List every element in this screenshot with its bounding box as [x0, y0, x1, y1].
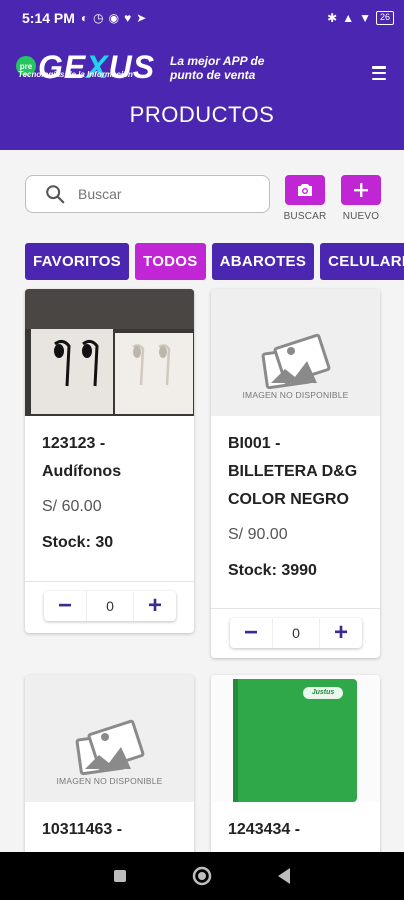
- product-title: BI001 - BILLETERA D&G COLOR NEGRO: [228, 435, 358, 508]
- product-card[interactable]: IMAGEN NO DISPONIBLE 10311463 -: [25, 675, 194, 875]
- status-time: 5:14 PM: [22, 10, 75, 26]
- system-nav-bar: [0, 852, 404, 900]
- notification-icon: ◐: [80, 11, 89, 25]
- product-title: 123123 - Audífonos: [42, 435, 122, 480]
- quantity-stepper: − 0 +: [230, 618, 362, 648]
- tab-favoritos[interactable]: FAVORITOS: [25, 243, 129, 280]
- product-stock: Stock: 30: [42, 534, 114, 551]
- battery-icon: 26: [375, 11, 394, 25]
- app-header: pre GEXUS Tecnologías de la Información …: [0, 36, 404, 150]
- earphones-photo: [25, 289, 194, 416]
- quantity-value[interactable]: 0: [272, 618, 320, 648]
- product-card[interactable]: Justus 1243434 -: [211, 675, 380, 875]
- new-label: NUEVO: [342, 211, 380, 222]
- quantity-value[interactable]: 0: [86, 591, 134, 621]
- notebook-brand: Justus: [311, 689, 335, 696]
- signal-icon: ▲: [342, 11, 355, 25]
- scan-label: BUSCAR: [283, 211, 327, 222]
- category-tabs: FAVORITOS TODOS ABAROTES CELULARES: [25, 243, 404, 280]
- card-divider: [25, 581, 194, 582]
- status-bar: 5:14 PM ◐ ◷ ◉ ♥ ➤ ✱ ▲ ▼ 26: [0, 0, 404, 36]
- alarm-icon: ◷: [93, 11, 104, 25]
- quantity-stepper: − 0 +: [44, 591, 176, 621]
- product-image-notebook: Justus: [211, 675, 380, 802]
- placeholder-label: IMAGEN NO DISPONIBLE: [56, 776, 163, 786]
- product-card[interactable]: 123123 - Audífonos S/ 60.00 Stock: 30 − …: [25, 289, 194, 633]
- new-button[interactable]: [341, 175, 381, 205]
- tab-todos[interactable]: TODOS: [135, 243, 206, 280]
- product-price: S/ 60.00: [42, 498, 102, 515]
- increment-button[interactable]: +: [134, 591, 176, 621]
- page-title: PRODUCTOS: [129, 102, 275, 127]
- product-title: 1243434 -: [228, 821, 301, 838]
- camera-icon: [298, 184, 312, 196]
- notification-icons: ◐ ◷ ◉ ♥ ➤: [81, 11, 146, 25]
- wifi-icon: ▼: [359, 11, 371, 25]
- green-notebook-photo: [211, 675, 380, 802]
- increment-button[interactable]: +: [320, 618, 362, 648]
- decrement-button[interactable]: −: [44, 591, 86, 621]
- home-icon[interactable]: [191, 865, 213, 887]
- product-price: S/ 90.00: [228, 526, 288, 543]
- product-image-earphones: [25, 289, 194, 416]
- scan-button[interactable]: [285, 175, 325, 205]
- product-stock: Stock: 3990: [228, 562, 317, 579]
- tagline: La mejor APP de punto de venta: [170, 54, 265, 82]
- logo-subtitle: Tecnologías de la Información: [18, 70, 133, 79]
- product-image-placeholder: IMAGEN NO DISPONIBLE: [211, 289, 380, 416]
- tab-celulares[interactable]: CELULARES: [320, 243, 404, 280]
- chat-icon: ◉: [108, 11, 120, 25]
- heart-icon: ♥: [124, 11, 132, 25]
- back-icon[interactable]: [276, 867, 292, 885]
- product-card[interactable]: IMAGEN NO DISPONIBLE BI001 - BILLETERA D…: [211, 289, 380, 658]
- search-input[interactable]: [78, 186, 248, 202]
- search-icon: [46, 185, 65, 204]
- system-icons: ✱ ▲ ▼ 26: [327, 11, 394, 25]
- recents-icon[interactable]: [112, 868, 128, 884]
- card-divider: [211, 608, 380, 609]
- product-title: 10311463 -: [42, 821, 123, 838]
- hamburger-menu-icon[interactable]: [372, 66, 386, 80]
- search-box[interactable]: [25, 175, 270, 213]
- product-image-placeholder: IMAGEN NO DISPONIBLE: [25, 675, 194, 802]
- tab-abarotes[interactable]: ABAROTES: [211, 243, 315, 280]
- bluetooth-icon: ✱: [327, 11, 338, 25]
- placeholder-label: IMAGEN NO DISPONIBLE: [242, 390, 349, 400]
- scan-action[interactable]: BUSCAR: [283, 175, 327, 222]
- new-action[interactable]: NUEVO: [341, 175, 381, 222]
- plus-icon: [354, 183, 368, 197]
- send-icon: ➤: [136, 11, 147, 25]
- decrement-button[interactable]: −: [230, 618, 272, 648]
